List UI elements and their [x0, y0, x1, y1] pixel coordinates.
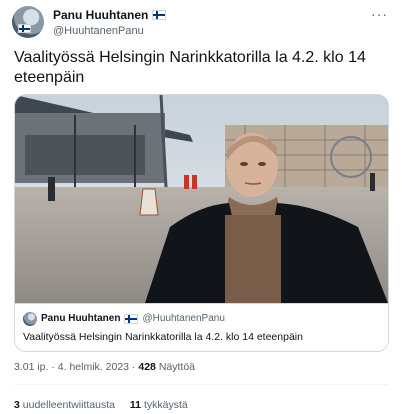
finnish-flag-icon: [124, 313, 139, 324]
retweets-count: 3: [14, 399, 20, 411]
tweet-time[interactable]: 3.01 ip.: [14, 361, 48, 373]
quoted-text: Vaalityössä Helsingin Narinkkatorilla la…: [23, 331, 303, 343]
tweet-meta: 3.01 ip. · 4. helmik. 2023 · 428 Näyttöä: [14, 361, 195, 373]
meta-separator: ·: [51, 361, 55, 373]
views-label: Näyttöä: [158, 361, 195, 373]
photo-scene: [15, 95, 388, 303]
author-name[interactable]: Panu Huuhtanen: [53, 8, 148, 22]
video-thumbnail[interactable]: [15, 95, 388, 303]
tweet-stats: 3 uudelleentwiittausta 11 tykkäystä: [14, 399, 200, 411]
more-icon[interactable]: ···: [371, 6, 388, 22]
likes-label: tykkäystä: [143, 399, 188, 411]
likes-stat[interactable]: 11 tykkäystä: [130, 399, 188, 411]
quoted-header: Panu Huuhtanen @HuuhtanenPanu: [41, 313, 225, 324]
quoted-handle[interactable]: @HuuhtanenPanu: [142, 313, 224, 324]
quote-card[interactable]: Panu Huuhtanen @HuuhtanenPanu Vaalityöss…: [14, 94, 389, 352]
finnish-flag-icon: [152, 10, 167, 20]
divider: [14, 384, 388, 385]
tweet-header: Panu Huuhtanen @HuuhtanenPanu ···: [12, 6, 392, 40]
quoted-name[interactable]: Panu Huuhtanen: [41, 313, 120, 324]
author-avatar[interactable]: [12, 6, 44, 38]
retweets-stat[interactable]: 3 uudelleentwiittausta: [14, 399, 115, 411]
retweets-label: uudelleentwiittausta: [22, 399, 115, 411]
author-handle[interactable]: @HuuhtanenPanu: [53, 25, 144, 37]
author-name-row[interactable]: Panu Huuhtanen: [53, 8, 167, 22]
quoted-avatar[interactable]: [23, 312, 37, 326]
quoted-tweet[interactable]: Panu Huuhtanen @HuuhtanenPanu Vaalityöss…: [15, 303, 388, 351]
tweet-text: Vaalityössä Helsingin Narinkkatorilla la…: [14, 49, 366, 86]
tweet-date[interactable]: 4. helmik. 2023: [58, 361, 129, 373]
avatar-flag-icon: [18, 24, 31, 33]
likes-count: 11: [129, 399, 142, 411]
views-count: 428: [138, 361, 156, 373]
meta-separator-2: ·: [131, 361, 136, 373]
